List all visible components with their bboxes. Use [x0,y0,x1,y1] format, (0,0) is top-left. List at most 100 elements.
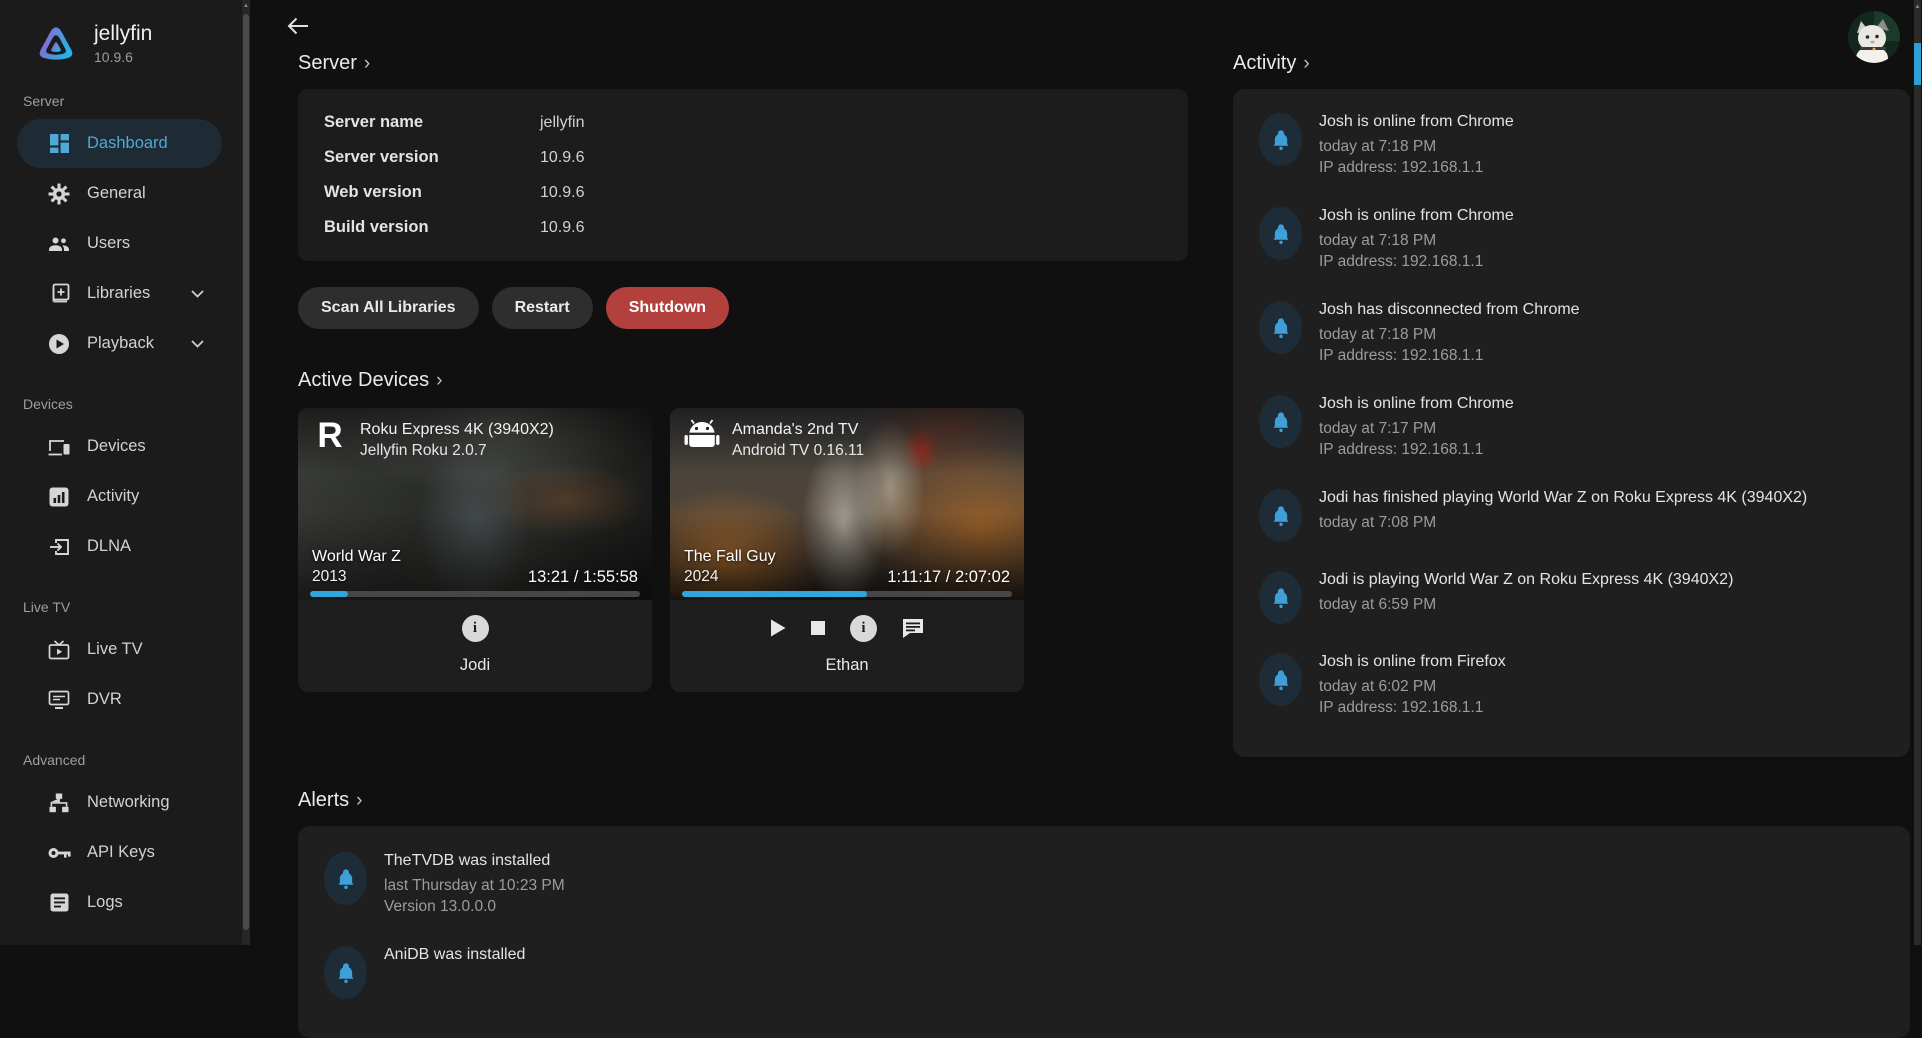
app-brand-link[interactable]: jellyfin 10.9.6 [0,0,242,65]
sidebar-item-playback[interactable]: Playback [17,319,222,368]
jellyfin-logo-icon [36,24,76,64]
activity-text: Josh is online from Chrome [1319,113,1514,131]
scroll-up-arrow-icon[interactable]: ▲ [1914,4,1921,10]
message-icon [902,618,924,638]
server-actions: Scan All Libraries Restart Shutdown [298,287,1188,329]
activity-item: Josh is online from Chrome today at 7:17… [1259,395,1884,460]
sidebar: jellyfin 10.9.6 Server Dashboard General [0,0,242,945]
sidebar-item-live-tv[interactable]: Live TV [17,625,222,674]
info-button[interactable]: i [850,615,877,642]
bell-icon [1259,489,1302,542]
activity-text: Jodi is playing World War Z on Roku Expr… [1319,571,1733,589]
stop-button[interactable] [811,621,825,635]
back-button[interactable] [280,8,316,44]
sidebar-item-dashboard[interactable]: Dashboard [17,119,222,168]
row-label: Server name [324,113,540,132]
device-card-android-tv[interactable]: Amanda's 2nd TV Android TV 0.16.11 The F… [670,408,1024,692]
send-message-button[interactable] [902,618,924,638]
nav-section-devices: Devices [23,396,242,412]
now-playing-meta: The Fall Guy 2024 1:11:17 / 2:07:02 [684,546,1010,587]
sidebar-item-label: Playback [87,334,154,353]
activity-time: today at 6:59 PM [1319,594,1733,615]
sidebar-item-label: Activity [87,487,139,506]
device-card-roku[interactable]: R Roku Express 4K (3940X2) Jellyfin Roku… [298,408,652,692]
device-name: Amanda's 2nd TV [732,419,864,440]
playback-time: 1:11:17 / 2:07:02 [887,568,1010,587]
chevron-right-icon: › [364,53,370,75]
session-user: Ethan [680,656,1014,675]
activity-item: Josh is online from Firefox today at 6:0… [1259,653,1884,718]
sidebar-item-api-keys[interactable]: API Keys [17,828,222,877]
sidebar-item-networking[interactable]: Networking [17,778,222,827]
activity-time: today at 7:17 PM [1319,418,1514,439]
server-section-title: Server [298,52,357,75]
alert-text: AniDB was installed [384,946,525,964]
page-scrollbar[interactable]: ▲ [1914,0,1921,945]
sidebar-item-activity[interactable]: Activity [17,472,222,521]
now-playing-backdrop: R Roku Express 4K (3940X2) Jellyfin Roku… [298,408,652,600]
users-icon [47,232,71,256]
device-card-header: R Roku Express 4K (3940X2) Jellyfin Roku… [298,408,652,472]
networking-icon [47,791,71,815]
alerts-section-link[interactable]: Alerts › [298,789,1910,812]
shutdown-button[interactable]: Shutdown [606,287,729,329]
sidebar-scrollbar-thumb[interactable] [243,14,249,930]
scan-all-libraries-button[interactable]: Scan All Libraries [298,287,479,329]
activity-section-link[interactable]: Activity › [1233,52,1910,75]
live-tv-icon [47,638,71,662]
activity-text: Josh is online from Chrome [1319,395,1514,413]
sidebar-item-devices[interactable]: Devices [17,422,222,471]
activity-item: Josh has disconnected from Chrome today … [1259,301,1884,366]
app-name: jellyfin [94,22,152,46]
activity-title: Activity [1233,52,1296,75]
row-value: jellyfin [540,114,584,132]
activity-text: Josh has disconnected from Chrome [1319,301,1580,319]
sidebar-item-label: API Keys [87,843,155,862]
library-icon [47,282,71,306]
bell-icon [1259,207,1302,260]
chevron-right-icon: › [356,790,362,812]
server-info-card: Server name jellyfin Server version 10.9… [298,89,1188,261]
sidebar-item-label: Libraries [87,284,150,303]
sidebar-item-general[interactable]: General [17,169,222,218]
activity-time: today at 6:02 PM [1319,676,1506,697]
sidebar-scrollbar[interactable]: ▲ [242,0,250,945]
device-card-footer: i Jodi [298,600,652,692]
bell-icon [1259,571,1302,624]
sidebar-item-dlna[interactable]: DLNA [17,522,222,571]
devices-icon [47,435,71,459]
server-name-row: Server name jellyfin [324,105,1162,140]
scroll-up-arrow-icon[interactable]: ▲ [242,3,250,9]
chevron-down-icon [191,290,204,298]
alerts-title: Alerts [298,789,349,812]
activity-detail: IP address: 192.168.1.1 [1319,157,1514,178]
page-scrollbar-thumb[interactable] [1914,43,1921,85]
playback-progress-fill [310,591,348,597]
alerts-section: Alerts › TheTVDB was installed last Thur… [298,789,1910,1038]
alert-item: AniDB was installed [324,946,1884,999]
bell-icon [1259,395,1302,448]
activity-text: Josh is online from Firefox [1319,653,1506,671]
play-button[interactable] [770,619,786,637]
now-playing-meta: World War Z 2013 13:21 / 1:55:58 [312,546,638,587]
sidebar-item-dvr[interactable]: DVR [17,675,222,724]
info-button[interactable]: i [462,615,489,642]
client-name: Android TV 0.16.11 [732,440,864,461]
sidebar-item-logs[interactable]: Logs [17,878,222,927]
info-icon: i [462,615,489,642]
media-title: The Fall Guy [684,546,776,567]
row-value: 10.9.6 [540,184,584,202]
server-section-link[interactable]: Server › [298,52,1188,75]
sidebar-item-label: Live TV [87,640,143,659]
activity-time: today at 7:18 PM [1319,230,1514,251]
sidebar-item-libraries[interactable]: Libraries [17,269,222,318]
nav-section-advanced: Advanced [23,752,242,768]
restart-button[interactable]: Restart [492,287,593,329]
active-devices-section-link[interactable]: Active Devices › [298,369,1188,392]
alert-time: last Thursday at 10:23 PM [384,875,565,896]
device-card-footer: i Ethan [670,600,1024,692]
playback-time: 13:21 / 1:55:58 [528,568,638,587]
activity-column: Activity › Josh is online from Chrome to… [1233,52,1910,757]
sidebar-item-users[interactable]: Users [17,219,222,268]
user-avatar[interactable] [1848,11,1900,63]
